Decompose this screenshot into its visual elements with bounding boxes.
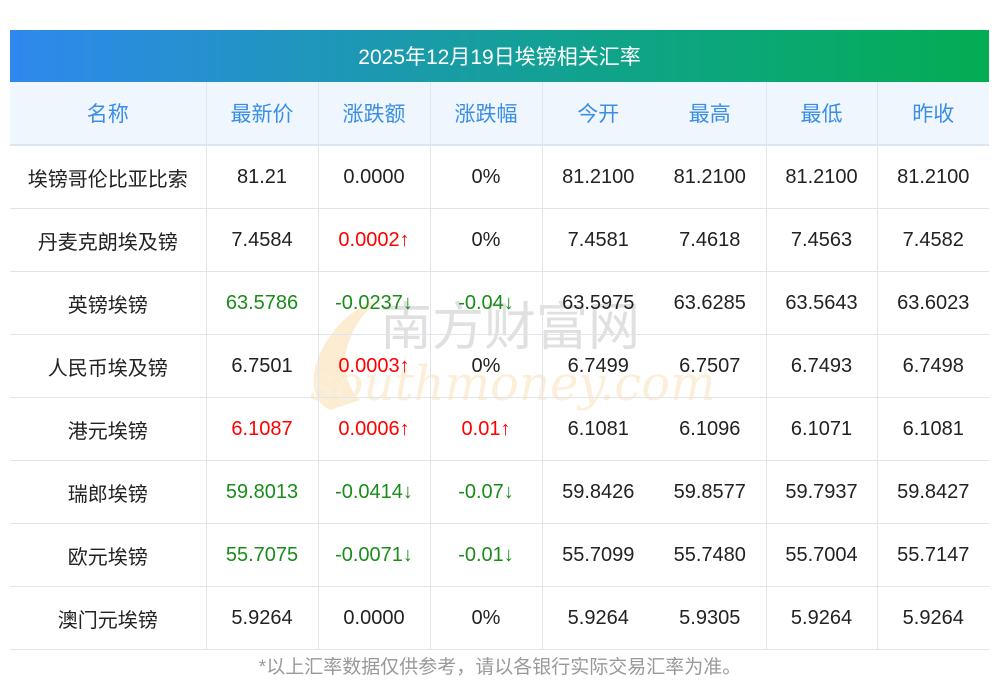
cell-prev: 7.4582: [877, 208, 989, 272]
cell-name: 瑞郎埃镑: [10, 460, 207, 524]
table-row: 港元埃镑 6.1087 0.0006↑ 0.01↑ 6.1081 6.1096 6.1071…: [10, 397, 989, 461]
cell-name: 丹麦克朗埃及镑: [10, 208, 207, 272]
cell-high: 55.7480: [654, 523, 767, 587]
cell-open: 6.1081: [542, 397, 654, 461]
table-row: 欧元埃镑 55.7075 -0.0071↓ -0.01↓ 55.7099 55.7480 5…: [10, 523, 989, 587]
cell-open: 7.4581: [542, 208, 654, 272]
cell-open: 59.8426: [542, 460, 654, 524]
column-header: 最高: [654, 82, 767, 146]
disclaimer: *以上汇率数据仅供参考，请以各银行实际交易汇率为准。: [258, 657, 742, 678]
column-header: 昨收: [877, 82, 989, 146]
cell-name: 英镑埃镑: [10, 271, 207, 335]
cell-prev: 63.6023: [877, 271, 989, 335]
cell-high: 6.7507: [654, 334, 767, 398]
cell-low: 6.1071: [766, 397, 878, 461]
table-row: 丹麦克朗埃及镑 7.4584 0.0002↑ 0% 7.4581 7.4618 7.4563…: [10, 208, 989, 272]
table-header-row: 名称 最新价 涨跌额 涨跌幅 今开 最高 最低 昨收: [10, 82, 989, 146]
cell-name: 埃镑哥伦比亚比索: [10, 145, 207, 209]
cell-change: -0.0237↓: [318, 271, 431, 335]
cell-high: 7.4618: [654, 208, 767, 272]
cell-latest: 55.7075: [206, 523, 319, 587]
cell-pct: 0%: [430, 586, 543, 650]
cell-latest: 81.21: [206, 145, 319, 209]
cell-name: 澳门元埃镑: [10, 586, 207, 650]
column-header: 涨跌额: [318, 82, 431, 146]
cell-pct: 0.01↑: [430, 397, 543, 461]
cell-latest: 59.8013: [206, 460, 319, 524]
cell-low: 55.7004: [766, 523, 878, 587]
cell-pct: 0%: [430, 145, 543, 209]
cell-change: 0.0000: [318, 586, 431, 650]
cell-high: 59.8577: [654, 460, 767, 524]
cell-change: -0.0414↓: [318, 460, 431, 524]
cell-high: 63.6285: [654, 271, 767, 335]
cell-open: 5.9264: [542, 586, 654, 650]
cell-low: 6.7493: [766, 334, 878, 398]
cell-low: 5.9264: [766, 586, 878, 650]
cell-change: 0.0003↑: [318, 334, 431, 398]
page-title: 2025年12月19日埃镑相关汇率: [10, 30, 989, 82]
table-row: 人民币埃及镑 6.7501 0.0003↑ 0% 6.7499 6.7507 6.7493 6…: [10, 334, 989, 398]
cell-open: 6.7499: [542, 334, 654, 398]
cell-pct: -0.01↓: [430, 523, 543, 587]
column-header: 涨跌幅: [430, 82, 543, 146]
cell-name: 欧元埃镑: [10, 523, 207, 587]
cell-high: 5.9305: [654, 586, 767, 650]
cell-change: 0.0006↑: [318, 397, 431, 461]
cell-name: 人民币埃及镑: [10, 334, 207, 398]
cell-prev: 55.7147: [877, 523, 989, 587]
cell-name: 港元埃镑: [10, 397, 207, 461]
cell-latest: 6.1087: [206, 397, 319, 461]
cell-open: 63.5975: [542, 271, 654, 335]
exchange-rate-table: 名称 最新价 涨跌额 涨跌幅 今开 最高 最低 昨收 埃镑哥伦比亚比索 81.21 0.0000 0…: [10, 82, 989, 650]
cell-pct: -0.07↓: [430, 460, 543, 524]
cell-pct: 0%: [430, 208, 543, 272]
cell-change: 0.0000: [318, 145, 431, 209]
cell-pct: 0%: [430, 334, 543, 398]
cell-high: 81.2100: [654, 145, 767, 209]
cell-pct: -0.04↓: [430, 271, 543, 335]
table-row: 埃镑哥伦比亚比索 81.21 0.0000 0% 81.2100 81.2100 81.21…: [10, 145, 989, 209]
cell-open: 81.2100: [542, 145, 654, 209]
table-row: 瑞郎埃镑 59.8013 -0.0414↓ -0.07↓ 59.8426 59.8577 5…: [10, 460, 989, 524]
cell-latest: 63.5786: [206, 271, 319, 335]
cell-latest: 5.9264: [206, 586, 319, 650]
column-header: 最新价: [206, 82, 319, 146]
cell-open: 55.7099: [542, 523, 654, 587]
table-row: 澳门元埃镑 5.9264 0.0000 0% 5.9264 5.9305 5.9264 5.9…: [10, 586, 989, 650]
cell-change: 0.0002↑: [318, 208, 431, 272]
cell-low: 81.2100: [766, 145, 878, 209]
cell-high: 6.1096: [654, 397, 767, 461]
column-header: 今开: [542, 82, 654, 146]
cell-low: 7.4563: [766, 208, 878, 272]
column-header: 最低: [766, 82, 878, 146]
cell-low: 59.7937: [766, 460, 878, 524]
cell-prev: 5.9264: [877, 586, 989, 650]
cell-prev: 6.1081: [877, 397, 989, 461]
cell-low: 63.5643: [766, 271, 878, 335]
cell-prev: 81.2100: [877, 145, 989, 209]
cell-change: -0.0071↓: [318, 523, 431, 587]
table-row: 英镑埃镑 63.5786 -0.0237↓ -0.04↓ 63.5975 63.6285 6…: [10, 271, 989, 335]
cell-latest: 7.4584: [206, 208, 319, 272]
column-header: 名称: [10, 82, 207, 146]
cell-prev: 6.7498: [877, 334, 989, 398]
cell-latest: 6.7501: [206, 334, 319, 398]
cell-prev: 59.8427: [877, 460, 989, 524]
